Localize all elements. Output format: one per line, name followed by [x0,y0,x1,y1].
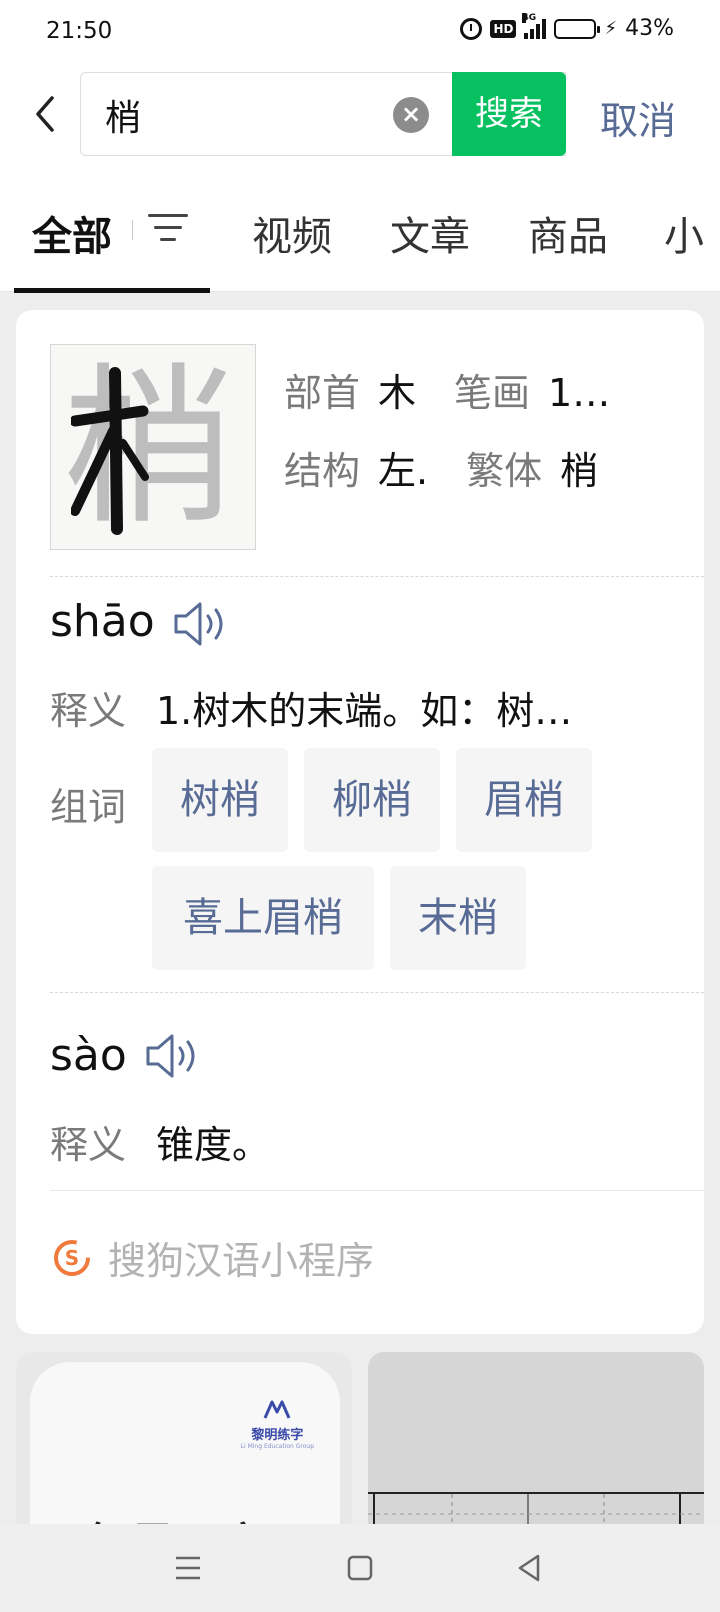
alarm-icon [460,17,483,40]
back-button[interactable] [26,94,66,134]
radical-highlight [71,367,149,535]
menu-icon[interactable] [166,1546,210,1590]
structure-label: 结构 [284,449,361,493]
structure-value: 左. [378,449,429,493]
word-chip[interactable]: 眉梢 [456,748,592,852]
network-type: 4G [522,12,537,23]
hd-icon: HD [490,19,517,38]
tab-products[interactable]: 商品 [528,204,608,262]
speaker-icon[interactable] [144,1032,204,1080]
strokes-value: 1… [548,371,611,415]
radical-value: 木 [378,371,417,415]
word-chip[interactable]: 柳梢 [304,748,440,852]
search-button[interactable]: 搜索 [452,72,566,156]
brand-name: 黎明练字 [251,1428,304,1443]
divider [132,220,133,240]
back-triangle-icon[interactable] [508,1546,552,1590]
brand-logo: 黎明练字 Li Ming Education Group [241,1398,314,1450]
filter-icon[interactable] [148,214,188,246]
speaker-icon[interactable] [172,600,232,648]
pinyin-sao: sào [50,1030,127,1081]
divider [50,992,704,993]
brand-mark-icon [263,1400,291,1419]
definition-text[interactable]: 锥度。 [156,1114,270,1169]
result-tabs: 全部 视频 文章 商品 小 [0,164,720,293]
pinyin-shao: shāo [50,596,155,647]
back-arrow-icon [36,96,54,132]
search-bar: × 搜索 取消 [0,64,720,164]
status-time: 21:50 [46,18,113,44]
character-meta-row-1: 部首木笔画 1… [284,362,610,417]
word-chip[interactable]: 树梢 [152,748,288,852]
strokes-label: 笔画 [454,371,531,415]
tab-all[interactable]: 全部 [32,204,112,262]
radical-label: 部首 [284,371,361,415]
tab-video[interactable]: 视频 [252,204,332,262]
divider [50,576,704,577]
tab-more[interactable]: 小 [664,204,704,262]
dictionary-card[interactable]: 梢 部首木笔画 1… 结构 左. 繁体梢 shāo 释义 1.树木的末端。如：树… 组… [16,310,704,1334]
active-tab-indicator [14,288,210,293]
divider [50,1190,704,1191]
word-chip[interactable]: 喜上眉梢 [152,866,374,970]
tab-articles[interactable]: 文章 [390,204,470,262]
source-link[interactable]: S 搜狗汉语小程序 [52,1230,374,1285]
cancel-button[interactable]: 取消 [600,90,676,145]
battery-percent: 43% [625,16,674,41]
definition-label: 释义 [50,1123,127,1167]
traditional-label: 繁体 [466,449,543,493]
clear-icon[interactable]: × [393,97,429,133]
svg-text:S: S [65,1246,79,1270]
search-input[interactable] [105,87,365,143]
battery-icon [554,18,601,39]
definition-label: 释义 [50,689,127,733]
system-nav-bar [0,1524,720,1612]
definition-text[interactable]: 1.树木的末端。如：树… [156,680,572,735]
brand-subtitle: Li Ming Education Group [240,1443,314,1450]
signal-icon: 4G [522,12,547,39]
words-label: 组词 [50,785,127,829]
home-icon[interactable] [338,1546,382,1590]
character-meta-row-2: 结构 左. 繁体梢 [284,440,598,495]
sogou-logo-icon: S [54,1239,90,1276]
traditional-value: 梢 [560,449,599,493]
character-stroke-image: 梢 [50,344,256,550]
word-chip[interactable]: 末梢 [390,866,526,970]
charging-icon: ⚡ [604,18,618,39]
status-bar: 21:50 HD 4G ⚡ 43% [0,0,720,64]
source-name: 搜狗汉语小程序 [108,1239,375,1283]
